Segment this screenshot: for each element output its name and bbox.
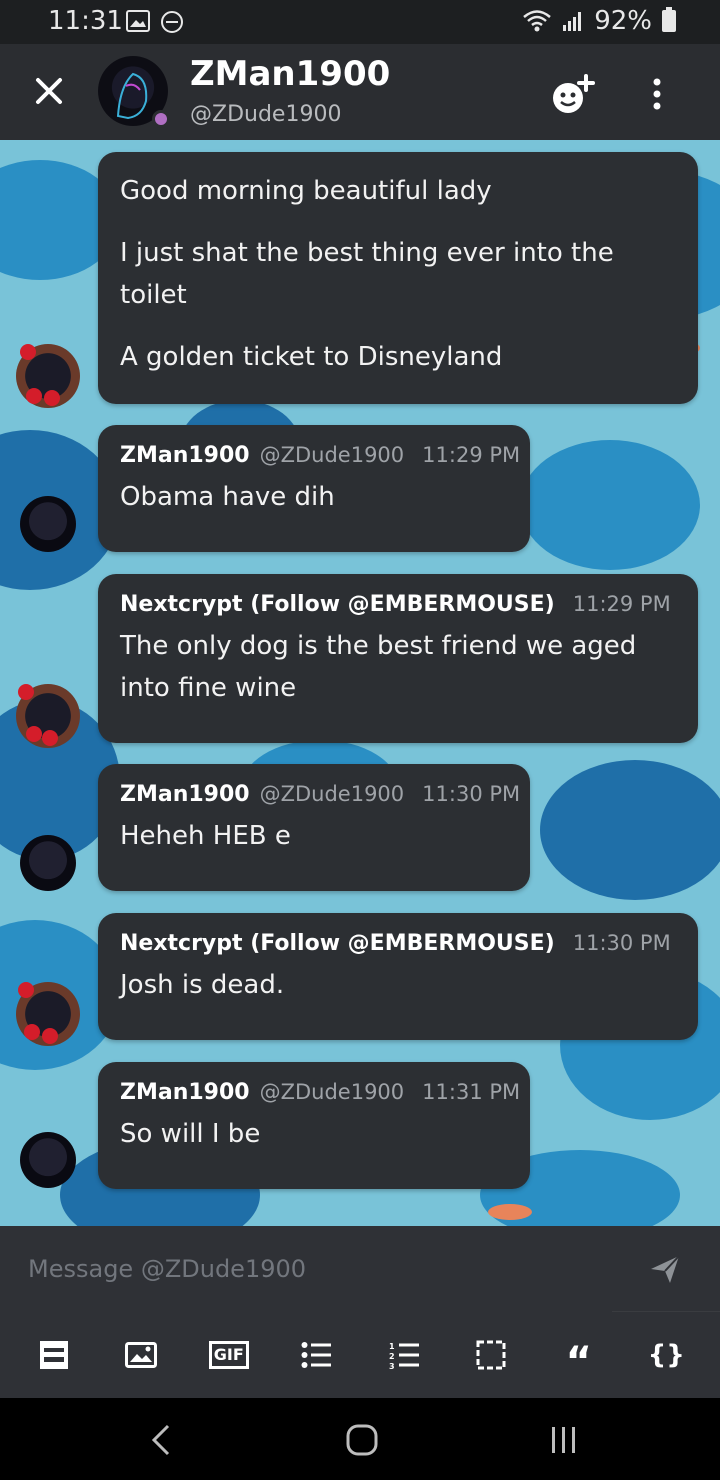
status-time: 11:31	[48, 6, 123, 36]
status-right: 92%	[522, 6, 676, 36]
signal-icon	[563, 12, 582, 31]
presence-indicator	[152, 110, 170, 128]
message-text: Josh is dead.	[120, 970, 285, 1000]
message-text: Heheh HEB e	[120, 821, 291, 851]
home-icon[interactable]	[342, 1422, 382, 1458]
bulleted-list-icon[interactable]	[296, 1335, 336, 1375]
header-username: ZMan1900	[190, 54, 391, 94]
message-composer	[0, 1226, 720, 1312]
message-author[interactable]: ZMan1900	[120, 782, 250, 807]
message-text: Obama have dih	[120, 482, 335, 512]
rose-decoration	[26, 388, 42, 404]
chat-header: ZMan1900 @ZDude1900	[0, 44, 720, 140]
svg-text:3: 3	[389, 1362, 395, 1369]
message-bubble[interactable]: ZMan1900 @ZDude1900 11:29 PM Obama have …	[98, 425, 530, 552]
add-friend-icon[interactable]	[548, 72, 598, 116]
gif-label: GIF	[208, 1341, 249, 1369]
svg-text:1: 1	[389, 1342, 395, 1351]
avatar[interactable]	[16, 344, 80, 408]
message-text: I just shat the best thing ever into the…	[120, 238, 614, 310]
message-list[interactable]: Good morning beautiful lady I just shat …	[0, 140, 720, 1226]
avatar[interactable]	[16, 684, 80, 748]
do-not-disturb-icon	[161, 11, 183, 33]
rose-decoration	[18, 982, 34, 998]
more-options-icon[interactable]	[642, 74, 672, 114]
message-timestamp: 11:30 PM	[572, 931, 671, 955]
formatting-toolbar: GIF 123 “ {}	[0, 1312, 720, 1398]
close-icon[interactable]	[30, 72, 68, 110]
numbered-list-icon[interactable]: 123	[384, 1335, 424, 1375]
message-text: Good morning beautiful lady	[120, 176, 492, 206]
rose-decoration	[18, 684, 34, 700]
quote-button[interactable]: “	[559, 1335, 599, 1382]
inline-code-button[interactable]: {}	[646, 1335, 686, 1375]
message-author[interactable]: ZMan1900	[120, 443, 250, 468]
message-timestamp: 11:30 PM	[422, 782, 521, 806]
back-icon[interactable]	[142, 1422, 182, 1458]
background-pattern	[488, 1204, 532, 1220]
message-timestamp: 11:31 PM	[422, 1080, 521, 1104]
message-author[interactable]: Nextcrypt (Follow @EMBERMOUSE)	[120, 592, 555, 617]
message-text: So will I be	[120, 1119, 261, 1149]
message-header: ZMan1900 @ZDude1900 11:31 PM	[120, 1080, 520, 1105]
inline-code-icon: {}	[647, 1340, 685, 1370]
rose-decoration	[42, 1028, 58, 1044]
message-bubble[interactable]: ZMan1900 @ZDude1900 11:31 PM So will I b…	[98, 1062, 530, 1189]
message-bubble[interactable]: ZMan1900 @ZDude1900 11:30 PM Heheh HEB e	[98, 764, 530, 891]
message-header: ZMan1900 @ZDude1900 11:30 PM	[120, 782, 520, 807]
message-header: Nextcrypt (Follow @EMBERMOUSE) 11:29 PM	[120, 592, 676, 617]
message-bubble[interactable]: Good morning beautiful lady I just shat …	[98, 152, 698, 404]
image-icon[interactable]	[121, 1335, 161, 1375]
recent-apps-icon[interactable]	[544, 1422, 584, 1458]
gallery-notification-icon	[126, 10, 150, 32]
message-handle: @ZDude1900	[259, 1080, 405, 1104]
message-timestamp: 11:29 PM	[422, 443, 521, 467]
send-icon[interactable]	[648, 1252, 682, 1286]
wifi-icon	[523, 10, 552, 32]
message-input[interactable]	[0, 1226, 612, 1312]
battery-icon	[662, 7, 676, 32]
battery-percent: 92%	[594, 6, 652, 36]
avatar[interactable]	[20, 496, 76, 552]
svg-text:2: 2	[389, 1352, 395, 1361]
rose-decoration	[20, 344, 36, 360]
avatar[interactable]	[20, 1132, 76, 1188]
status-bar: 11:31 92%	[0, 0, 720, 44]
message-timestamp: 11:29 PM	[572, 592, 671, 616]
gif-button[interactable]: GIF	[208, 1335, 249, 1375]
background-pattern	[520, 440, 700, 570]
message-handle: @ZDude1900	[259, 782, 405, 806]
quote-icon: “	[565, 1339, 592, 1385]
message-author[interactable]: Nextcrypt (Follow @EMBERMOUSE)	[120, 931, 555, 956]
avatar[interactable]	[20, 835, 76, 891]
message-author[interactable]: ZMan1900	[120, 1080, 250, 1105]
message-text: A golden ticket to Disneyland	[120, 342, 503, 372]
message-text: The only dog is the best friend we aged …	[120, 631, 637, 703]
rose-decoration	[42, 730, 58, 746]
message-header: ZMan1900 @ZDude1900 11:29 PM	[120, 443, 520, 468]
message-header: Nextcrypt (Follow @EMBERMOUSE) 11:30 PM	[120, 931, 676, 956]
avatar[interactable]	[16, 982, 80, 1046]
system-navigation-bar	[0, 1398, 720, 1480]
background-pattern	[540, 760, 720, 900]
message-bubble[interactable]: Nextcrypt (Follow @EMBERMOUSE) 11:29 PM …	[98, 574, 698, 743]
rose-decoration	[26, 726, 42, 742]
message-handle: @ZDude1900	[259, 443, 405, 467]
rose-decoration	[24, 1024, 40, 1040]
status-notification-icons	[126, 10, 184, 34]
code-block-icon[interactable]	[471, 1335, 511, 1375]
rose-decoration	[44, 390, 60, 406]
message-bubble[interactable]: Nextcrypt (Follow @EMBERMOUSE) 11:30 PM …	[98, 913, 698, 1040]
header-handle: @ZDude1900	[190, 102, 342, 127]
spoiler-icon[interactable]	[34, 1335, 74, 1375]
